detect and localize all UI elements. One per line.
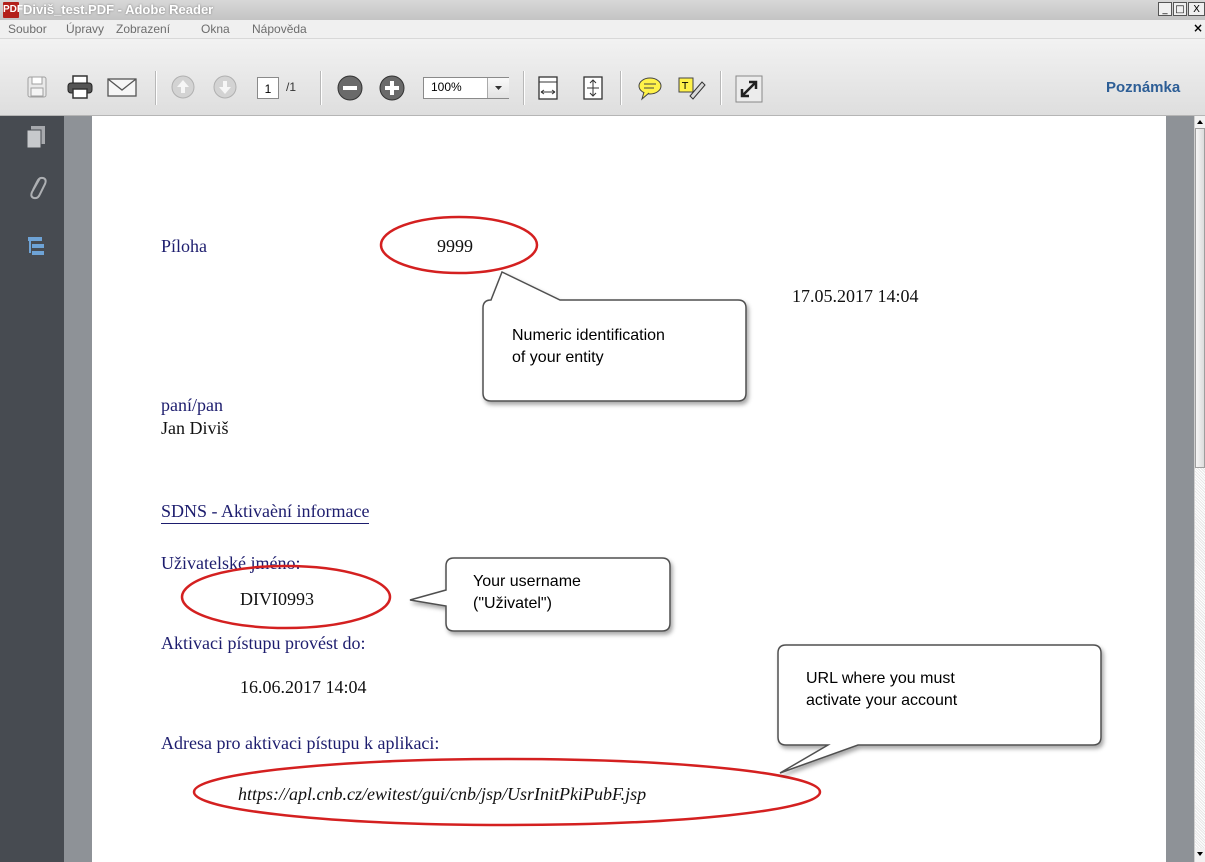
annotation-overlay [180, 215, 1102, 827]
callout-username-text: Your username ("Uživatel") [473, 571, 581, 615]
callout-entity-line1: Numeric identification [512, 327, 665, 344]
callout-url-line1: URL where you must [806, 670, 955, 687]
callout-username-line2: ("Uživatel") [473, 595, 552, 612]
callout-entity-text: Numeric identification of your entity [512, 325, 665, 369]
callout-url-text: URL where you must activate your account [806, 668, 957, 712]
highlight-ellipse-username [180, 564, 392, 630]
callout-url-line2: activate your account [806, 692, 958, 709]
highlight-ellipse-url [192, 757, 822, 827]
highlight-ellipse-attachment [379, 215, 539, 275]
callout-username-line1: Your username [473, 573, 581, 590]
callout-entity-line2: of your entity [512, 349, 604, 366]
